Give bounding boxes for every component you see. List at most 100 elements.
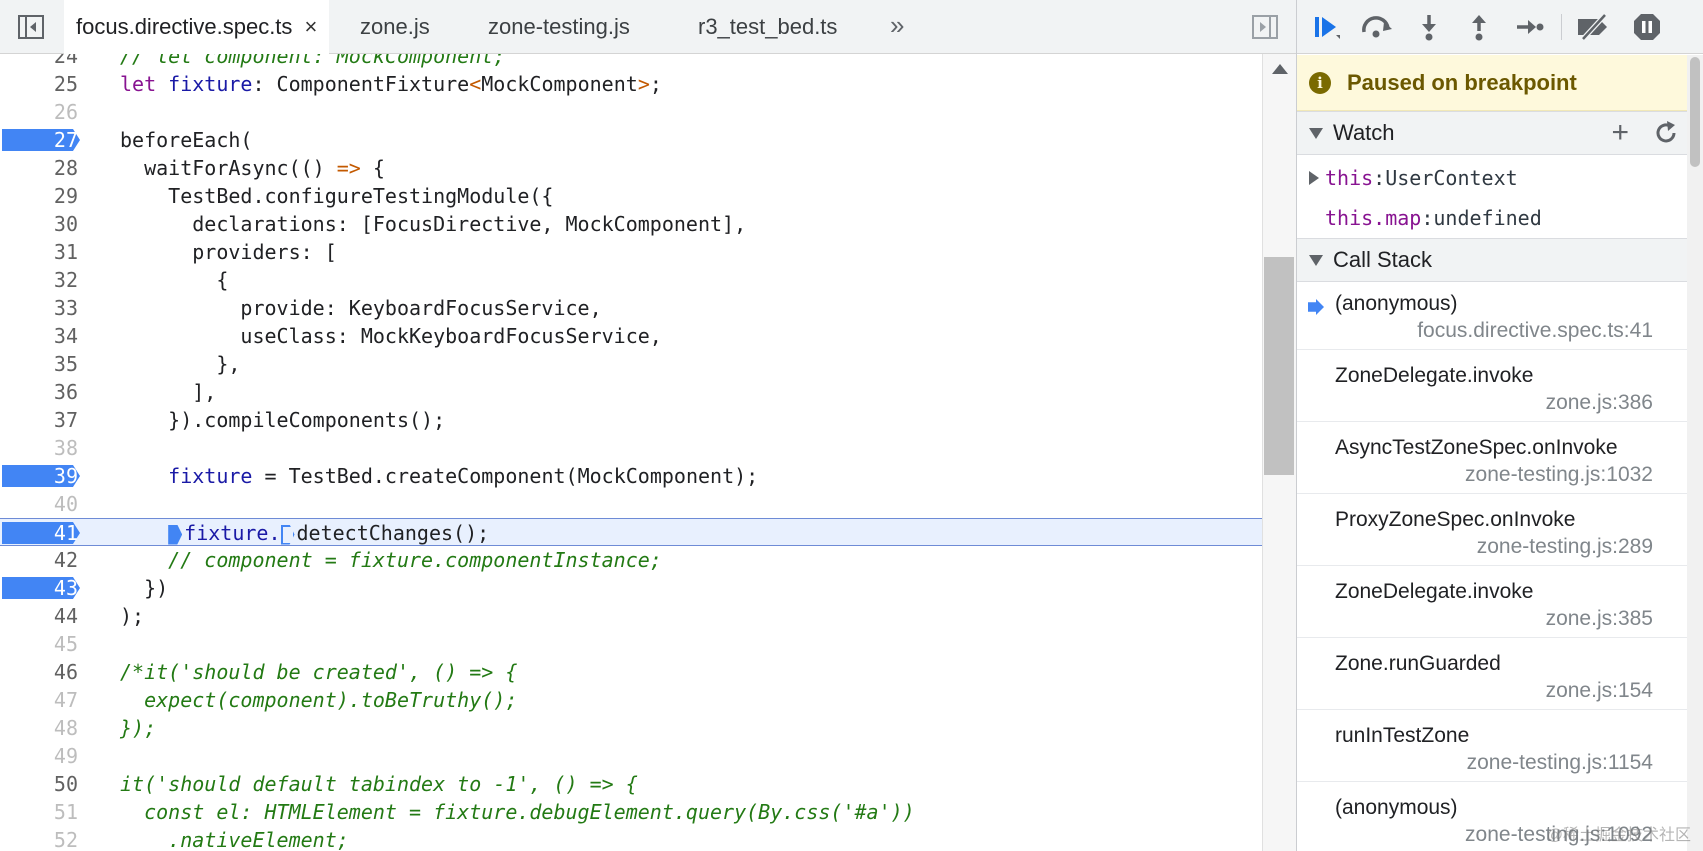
code-line[interactable]: 44); — [0, 602, 1262, 630]
pause-on-exceptions-icon[interactable] — [1627, 10, 1667, 44]
call-frame[interactable]: ProxyZoneSpec.onInvoke zone-testing.js:28… — [1297, 500, 1687, 566]
code-line[interactable]: 43 }) — [0, 574, 1262, 602]
add-watch-icon[interactable]: + — [1611, 116, 1629, 150]
code-line[interactable]: 52 .nativeElement; — [0, 826, 1262, 851]
call-frame[interactable]: AsyncTestZoneSpec.onInvoke zone-testing.j… — [1297, 428, 1687, 494]
step-into-icon[interactable] — [1409, 10, 1449, 44]
frame-location[interactable]: zone.js:386 — [1546, 391, 1653, 415]
breakpoint-marker[interactable]: 41 — [0, 519, 90, 547]
close-icon[interactable]: × — [304, 14, 317, 40]
call-stack-section-header[interactable]: Call Stack — [1297, 238, 1687, 282]
line-number[interactable]: 31 — [0, 238, 90, 266]
line-number[interactable]: 34 — [0, 322, 90, 350]
code-line[interactable]: 36 ], — [0, 378, 1262, 406]
line-number[interactable]: 47 — [0, 686, 90, 714]
toggle-navigator-icon[interactable] — [16, 12, 46, 42]
code-line[interactable]: 42 // component = fixture.componentInsta… — [0, 546, 1262, 574]
frame-location[interactable]: zone-testing.js:289 — [1477, 535, 1653, 559]
code-line[interactable]: 47 expect(component).toBeTruthy(); — [0, 686, 1262, 714]
line-number[interactable]: 42 — [0, 546, 90, 574]
frame-location[interactable]: zone.js:154 — [1546, 679, 1653, 703]
tab-r3-test-bed[interactable]: r3_test_bed.ts — [686, 0, 849, 54]
frame-location[interactable]: zone.js:385 — [1546, 607, 1653, 631]
call-frame[interactable]: Zone.runGuarded zone.js:154 — [1297, 644, 1687, 710]
toggle-debugger-sidebar-icon[interactable] — [1250, 12, 1280, 42]
frame-location[interactable]: zone-testing.js:1032 — [1465, 463, 1653, 487]
step-over-icon[interactable] — [1357, 10, 1397, 44]
sidebar-scrollbar[interactable] — [1687, 55, 1703, 851]
inline-breakpoint-icon[interactable] — [280, 524, 295, 545]
frame-location[interactable]: focus.directive.spec.ts:41 — [1417, 319, 1653, 343]
code-line[interactable]: 27 beforeEach( — [0, 126, 1262, 154]
line-number[interactable]: 46 — [0, 658, 90, 686]
line-number[interactable]: 35 — [0, 350, 90, 378]
deactivate-breakpoints-icon[interactable] — [1573, 10, 1613, 44]
code-line[interactable]: 49 — [0, 742, 1262, 770]
line-number[interactable]: 29 — [0, 182, 90, 210]
line-number[interactable]: 38 — [0, 434, 90, 462]
code-line[interactable]: 26 — [0, 98, 1262, 126]
step-icon[interactable] — [1509, 10, 1549, 44]
watch-item-this-map[interactable]: this.map: undefined — [1297, 199, 1687, 237]
scroll-up-arrow-icon[interactable] — [1272, 64, 1288, 74]
line-number[interactable]: 32 — [0, 266, 90, 294]
call-frame[interactable]: (anonymous) focus.directive.spec.ts:41 — [1297, 284, 1687, 350]
code-line[interactable]: 30 declarations: [FocusDirective, MockCo… — [0, 210, 1262, 238]
watch-item-this[interactable]: this: UserContext — [1297, 159, 1687, 197]
line-number[interactable]: 25 — [0, 70, 90, 98]
code-line[interactable]: 39 fixture = TestBed.createComponent(Moc… — [0, 462, 1262, 490]
line-number[interactable]: 24 — [0, 54, 90, 70]
scrollbar-thumb[interactable] — [1690, 57, 1700, 167]
execution-marker-icon[interactable] — [168, 524, 183, 545]
line-number[interactable]: 48 — [0, 714, 90, 742]
line-number[interactable]: 51 — [0, 798, 90, 826]
more-tabs-icon[interactable]: » — [890, 10, 905, 41]
tab-zone-testing-js[interactable]: zone-testing.js — [476, 0, 642, 54]
code-line[interactable]: 40 — [0, 490, 1262, 518]
scrollbar-thumb[interactable] — [1264, 257, 1294, 475]
line-number[interactable]: 45 — [0, 630, 90, 658]
code-line[interactable]: 48}); — [0, 714, 1262, 742]
line-number[interactable]: 26 — [0, 98, 90, 126]
line-number[interactable]: 49 — [0, 742, 90, 770]
code-line[interactable]: 31 providers: [ — [0, 238, 1262, 266]
code-line[interactable]: 33 provide: KeyboardFocusService, — [0, 294, 1262, 322]
code-line[interactable]: 46 /*it('should be created', () => { — [0, 658, 1262, 686]
line-number[interactable]: 37 — [0, 406, 90, 434]
call-frame[interactable]: runInTestZone zone-testing.js:1154 — [1297, 716, 1687, 782]
tab-zone-js[interactable]: zone.js — [348, 0, 442, 54]
code-line[interactable]: 24 // let component: MockComponent; — [0, 54, 1262, 70]
line-number[interactable]: 40 — [0, 490, 90, 518]
code-line[interactable]: 37 }).compileComponents(); — [0, 406, 1262, 434]
line-number[interactable]: 36 — [0, 378, 90, 406]
line-number[interactable]: 30 — [0, 210, 90, 238]
code-line[interactable]: 50 it('should default tabindex to -1', ()… — [0, 770, 1262, 798]
code-line[interactable]: 32 { — [0, 266, 1262, 294]
call-frame[interactable]: ZoneDelegate.invoke zone.js:386 — [1297, 356, 1687, 422]
line-number[interactable]: 44 — [0, 602, 90, 630]
call-frame[interactable]: ZoneDelegate.invoke zone.js:385 — [1297, 572, 1687, 638]
tab-focus-directive-spec[interactable]: focus.directive.spec.ts × — [64, 0, 330, 54]
breakpoint-marker[interactable]: 39 — [0, 462, 90, 490]
code-line[interactable]: 51 const el: HTMLElement = fixture.debug… — [0, 798, 1262, 826]
refresh-icon[interactable] — [1653, 120, 1679, 152]
resume-icon[interactable] — [1307, 10, 1347, 44]
code-line[interactable]: 34 useClass: MockKeyboardFocusService, — [0, 322, 1262, 350]
code-line[interactable]: 38 — [0, 434, 1262, 462]
frame-location[interactable]: zone-testing.js:1154 — [1467, 751, 1653, 775]
code-line[interactable]: 45 — [0, 630, 1262, 658]
code-line[interactable]: 35 }, — [0, 350, 1262, 378]
watch-section-header[interactable]: Watch + — [1297, 111, 1687, 155]
breakpoint-marker[interactable]: 43 — [0, 574, 90, 602]
line-number[interactable]: 50 — [0, 770, 90, 798]
code-line[interactable]: 25 let fixture: ComponentFixture<MockComp… — [0, 70, 1262, 98]
code-line[interactable]: 29 TestBed.configureTestingModule({ — [0, 182, 1262, 210]
code-line[interactable]: 41 fixture. detectChanges(); — [0, 518, 1262, 546]
code-line[interactable]: 28 waitForAsync(() => { — [0, 154, 1262, 182]
line-number[interactable]: 28 — [0, 154, 90, 182]
line-number[interactable]: 52 — [0, 826, 90, 851]
breakpoint-marker[interactable]: 27 — [0, 126, 90, 154]
expand-arrow-icon[interactable] — [1309, 171, 1319, 185]
code-area[interactable]: 24 // let component: MockComponent; 25 let … — [0, 54, 1262, 851]
editor-scrollbar[interactable] — [1262, 54, 1296, 851]
